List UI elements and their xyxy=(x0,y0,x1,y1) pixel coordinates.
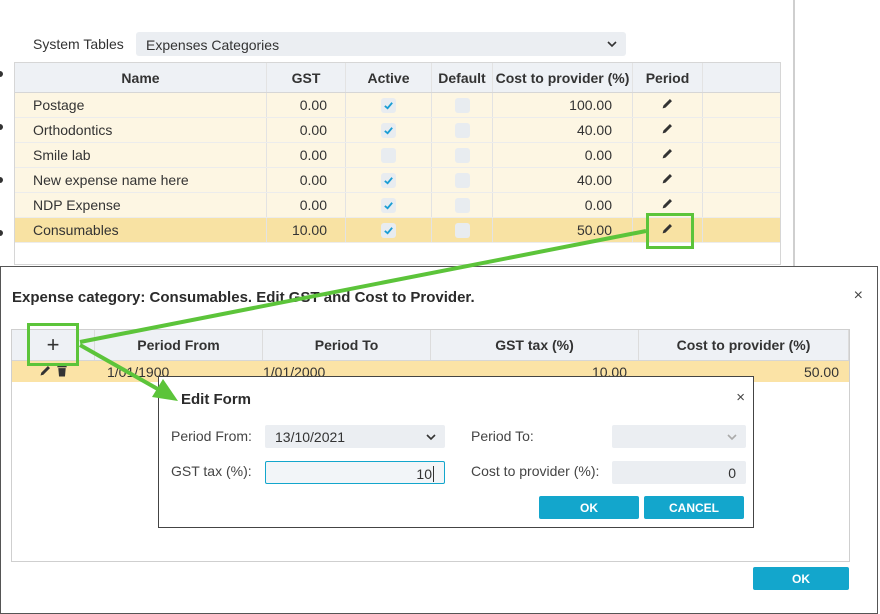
cell-gst: 0.00 xyxy=(267,118,346,142)
edit-form-title: Edit Form xyxy=(181,391,251,408)
cell-name: Postage xyxy=(15,93,267,117)
column-header-gst[interactable]: GST xyxy=(267,63,346,92)
period-to-label: Period To: xyxy=(471,428,534,444)
cost-to-provider-input[interactable]: 0 xyxy=(612,461,746,484)
cell-name: Orthodontics xyxy=(15,118,267,142)
gst-tax-label: GST tax (%): xyxy=(171,463,252,479)
cell-cost: 40.00 xyxy=(493,118,633,142)
column-header-period-from[interactable]: Period From xyxy=(95,330,263,360)
cell-period xyxy=(633,168,703,192)
default-checkbox[interactable] xyxy=(454,197,470,213)
cell-cost: 40.00 xyxy=(493,168,633,192)
chevron-down-icon xyxy=(425,430,437,446)
close-icon[interactable]: × xyxy=(736,389,745,406)
column-header-active[interactable]: Active xyxy=(346,63,432,92)
cell-active xyxy=(346,218,432,242)
system-tables-select[interactable]: Expenses Categories xyxy=(136,32,626,56)
default-checkbox[interactable] xyxy=(454,122,470,138)
cell-active xyxy=(346,168,432,192)
close-icon[interactable]: × xyxy=(854,287,863,305)
column-header-default[interactable]: Default xyxy=(432,63,493,92)
gst-tax-input[interactable]: 10 xyxy=(265,461,445,484)
cell-name: Smile lab xyxy=(15,143,267,167)
column-header-period-to[interactable]: Period To xyxy=(263,330,431,360)
cell-name: New expense name here xyxy=(15,168,267,192)
cell-cost: 100.00 xyxy=(493,93,633,117)
active-checkbox[interactable] xyxy=(381,122,396,138)
default-checkbox[interactable] xyxy=(454,97,470,113)
active-checkbox[interactable] xyxy=(381,172,396,188)
cell-default xyxy=(432,93,493,117)
annotation-highlight-add-button xyxy=(27,323,79,366)
column-header-name[interactable]: Name xyxy=(15,63,267,92)
period-table-header: + Period From Period To GST tax (%) Cost… xyxy=(12,330,849,361)
cost-to-provider-value: 0 xyxy=(728,465,736,481)
cell-active xyxy=(346,118,432,142)
default-checkbox[interactable] xyxy=(454,222,470,238)
default-checkbox[interactable] xyxy=(454,147,470,163)
pencil-icon[interactable] xyxy=(661,172,674,188)
pencil-icon[interactable] xyxy=(661,122,674,138)
cell-gst: 0.00 xyxy=(267,143,346,167)
cell-gst: 10.00 xyxy=(267,218,346,242)
cell-gst: 0.00 xyxy=(267,93,346,117)
active-checkbox[interactable] xyxy=(381,222,396,238)
cell-cost: 0.00 xyxy=(493,193,633,217)
table-row[interactable]: New expense name here 0.00 40.00 xyxy=(15,168,780,193)
column-header-gst-tax[interactable]: GST tax (%) xyxy=(431,330,639,360)
system-tables-selected-value: Expenses Categories xyxy=(146,37,280,53)
chevron-down-icon xyxy=(606,37,618,53)
cell-active xyxy=(346,193,432,217)
dialog-title: Expense category: Consumables. Edit GST … xyxy=(12,289,475,306)
pencil-icon[interactable] xyxy=(661,197,674,213)
cell-default xyxy=(432,143,493,167)
table-row[interactable]: Smile lab 0.00 0.00 xyxy=(15,143,780,168)
cell-name: Consumables xyxy=(15,218,267,242)
cell-default xyxy=(432,168,493,192)
cell-period xyxy=(633,118,703,142)
table-row[interactable]: Postage 0.00 100.00 xyxy=(15,93,780,118)
cell-gst: 0.00 xyxy=(267,193,346,217)
ok-button[interactable]: OK xyxy=(753,567,849,590)
table-header: Name GST Active Default Cost to provider… xyxy=(15,63,780,93)
table-row[interactable]: Orthodontics 0.00 40.00 xyxy=(15,118,780,143)
active-checkbox[interactable] xyxy=(381,97,396,113)
active-checkbox[interactable] xyxy=(381,197,396,213)
cell-default xyxy=(432,193,493,217)
cell-period xyxy=(633,93,703,117)
cell-gst: 0.00 xyxy=(267,168,346,192)
pencil-icon[interactable] xyxy=(661,147,674,163)
ok-button[interactable]: OK xyxy=(539,496,639,519)
system-tables-label: System Tables xyxy=(33,36,124,52)
background-area xyxy=(795,0,880,270)
cell-cost: 50.00 xyxy=(493,218,633,242)
cell-name: NDP Expense xyxy=(15,193,267,217)
period-from-select[interactable]: 13/10/2021 xyxy=(265,425,445,448)
text-cursor xyxy=(433,466,434,482)
chevron-down-icon xyxy=(726,430,738,446)
gst-tax-value: 10 xyxy=(416,466,432,482)
active-checkbox[interactable] xyxy=(381,147,396,163)
period-from-value: 13/10/2021 xyxy=(275,429,346,445)
column-header-cost[interactable]: Cost to provider (%) xyxy=(493,63,633,92)
pencil-icon[interactable] xyxy=(661,97,674,113)
column-header-cost-to-provider[interactable]: Cost to provider (%) xyxy=(639,330,849,360)
annotation-highlight-period-edit xyxy=(646,213,694,249)
cell-active xyxy=(346,93,432,117)
cancel-button[interactable]: CANCEL xyxy=(644,496,744,519)
period-to-select[interactable] xyxy=(612,425,746,448)
cell-period xyxy=(633,143,703,167)
cell-active xyxy=(346,143,432,167)
cell-default xyxy=(432,218,493,242)
edit-form-dialog: Edit Form × Period From: 13/10/2021 Peri… xyxy=(158,376,754,528)
default-checkbox[interactable] xyxy=(454,172,470,188)
period-from-label: Period From: xyxy=(171,428,252,444)
column-header-period[interactable]: Period xyxy=(633,63,703,92)
cell-default xyxy=(432,118,493,142)
cost-to-provider-label: Cost to provider (%): xyxy=(471,463,600,479)
cell-cost: 0.00 xyxy=(493,143,633,167)
